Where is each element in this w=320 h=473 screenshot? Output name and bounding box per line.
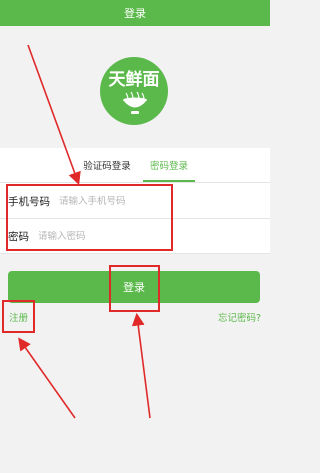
annotation-arrows [18,44,151,419]
annotation-arrow-register [18,337,76,419]
annotation-arrow-login [131,312,151,419]
annotation-arrow-form [27,44,81,186]
